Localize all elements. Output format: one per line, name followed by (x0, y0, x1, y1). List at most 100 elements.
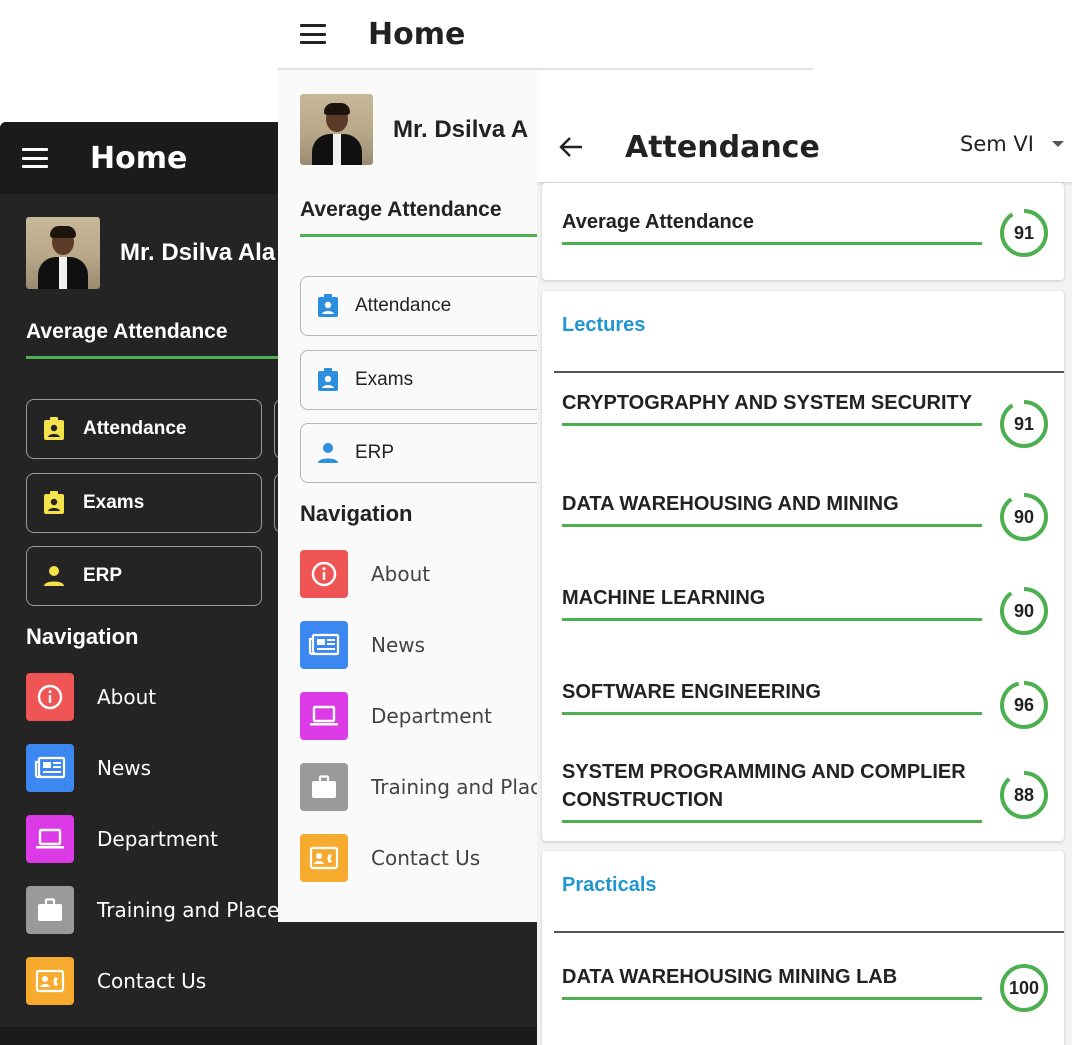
attendance-ring: 90 (999, 586, 1049, 636)
nav-item-about[interactable]: About (300, 550, 430, 598)
nav-item-contact[interactable]: Contact Us (300, 834, 480, 882)
laptop-icon (26, 815, 74, 863)
navigation-heading: Navigation (26, 624, 139, 649)
info-icon (26, 673, 74, 721)
profile-name: Mr. Dsilva A (393, 115, 529, 143)
erp-button[interactable]: ERP (26, 546, 262, 606)
nav-item-label: News (371, 633, 426, 657)
attendance-value: 100 (1008, 977, 1040, 998)
average-attendance-header[interactable]: Average Attendance (26, 320, 286, 359)
attendance-ring: 88 (999, 770, 1049, 820)
person-icon (43, 565, 65, 587)
nav-item-department[interactable]: Department (26, 815, 218, 863)
nav-item-label: News (97, 756, 152, 780)
average-attendance-label: Average Attendance (562, 208, 982, 245)
profile-name: Mr. Dsilva Ala (120, 239, 276, 266)
semester-dropdown[interactable]: Sem VI (960, 132, 1064, 156)
profile: Mr. Dsilva Ala (26, 217, 275, 289)
badge-icon (317, 294, 339, 318)
average-attendance-card[interactable]: Average Attendance 91 (542, 183, 1064, 280)
lectures-heading: Lectures (562, 314, 646, 336)
nav-item-label: Contact Us (371, 846, 481, 870)
light-home-screen: Home Mr. Dsilva A Average Attendance Att… (278, 0, 537, 922)
attendance-value: 90 (1013, 506, 1035, 527)
exams-button-label: Exams (83, 492, 145, 513)
green-underline (26, 356, 286, 359)
nav-item-news[interactable]: News (26, 744, 151, 792)
erp-button[interactable]: ERP (300, 423, 537, 483)
profile: Mr. Dsilva A (300, 94, 528, 165)
back-arrow-icon[interactable] (559, 136, 583, 158)
erp-button-label: ERP (355, 442, 395, 463)
person-icon (317, 442, 339, 464)
nav-item-label: Contact Us (97, 969, 207, 993)
subject-name: DATA WAREHOUSING MINING LAB (562, 963, 982, 1000)
page-title: Home (90, 140, 188, 176)
nav-item-label: About (97, 685, 157, 709)
practicals-heading: Practicals (562, 874, 657, 896)
badge-icon (43, 417, 65, 441)
attendance-app-bar: Attendance Sem VI (537, 112, 1072, 182)
lectures-card: Lectures CRYPTOGRAPHY AND SYSTEM SECURIT… (542, 291, 1064, 841)
attendance-screen: Attendance Sem VI Average Attendance 91 … (537, 112, 1072, 1045)
attendance-ring: 96 (999, 680, 1049, 730)
briefcase-icon (300, 763, 348, 811)
attendance-ring: 91 (999, 208, 1049, 258)
newspaper-icon (300, 621, 348, 669)
attendance-value: 88 (1013, 784, 1035, 805)
attendance-value: 91 (1013, 222, 1035, 243)
attendance-ring: 90 (999, 492, 1049, 542)
exams-button[interactable]: Exams (300, 350, 537, 410)
badge-icon (317, 368, 339, 392)
attendance-button-label: Attendance (83, 418, 187, 439)
attendance-button-label: Attendance (355, 295, 452, 316)
nav-item-contact[interactable]: Contact Us (26, 957, 206, 1005)
nav-item-training[interactable]: Training and Place (26, 886, 279, 934)
nav-item-label: Training and Place (97, 898, 280, 922)
exams-button-label: Exams (355, 369, 414, 390)
menu-icon[interactable] (300, 24, 326, 44)
subject-name: SOFTWARE ENGINEERING (562, 678, 982, 715)
contact-card-icon (300, 834, 348, 882)
info-icon (300, 550, 348, 598)
light-app-bar: Home (278, 0, 537, 70)
nav-item-about[interactable]: About (26, 673, 156, 721)
avatar (300, 94, 373, 165)
light-app-bar-extension (537, 0, 813, 70)
nav-item-label: Department (97, 827, 219, 851)
menu-icon[interactable] (22, 148, 48, 168)
nav-item-label: Department (371, 704, 493, 728)
attendance-button[interactable]: Attendance (300, 276, 537, 336)
nav-item-news[interactable]: News (300, 621, 425, 669)
practicals-card: Practicals DATA WAREHOUSING MINING LAB 1… (542, 851, 1064, 1045)
average-attendance-header[interactable]: Average Attendance (300, 198, 537, 237)
exams-button[interactable]: Exams (26, 473, 262, 533)
attendance-button[interactable]: Attendance (26, 399, 262, 459)
subject-name: CRYPTOGRAPHY AND SYSTEM SECURITY (562, 389, 982, 426)
subject-name: SYSTEM PROGRAMMING AND COMPLIER CONSTRUC… (562, 758, 982, 823)
divider (554, 931, 1064, 933)
subject-name: DATA WAREHOUSING AND MINING (562, 490, 982, 527)
green-underline (300, 234, 537, 237)
attendance-value: 91 (1013, 413, 1035, 434)
badge-icon (43, 491, 65, 515)
chevron-down-icon (1052, 141, 1064, 147)
average-attendance-label: Average Attendance (300, 198, 502, 221)
divider (554, 371, 1064, 373)
attendance-ring: 91 (999, 399, 1049, 449)
nav-item-label: About (371, 562, 431, 586)
page-title: Attendance (625, 129, 820, 165)
avatar (26, 217, 100, 289)
attendance-value: 96 (1013, 694, 1035, 715)
attendance-value: 90 (1013, 600, 1035, 621)
attendance-ring: 100 (999, 963, 1049, 1013)
subject-name: MACHINE LEARNING (562, 584, 982, 621)
page-title: Home (368, 16, 466, 52)
nav-item-label: Training and Plac (371, 775, 537, 799)
average-attendance-label: Average Attendance (26, 320, 228, 343)
nav-item-department[interactable]: Department (300, 692, 492, 740)
nav-item-training[interactable]: Training and Plac (300, 763, 537, 811)
laptop-icon (300, 692, 348, 740)
bottom-bar (0, 1027, 537, 1045)
newspaper-icon (26, 744, 74, 792)
